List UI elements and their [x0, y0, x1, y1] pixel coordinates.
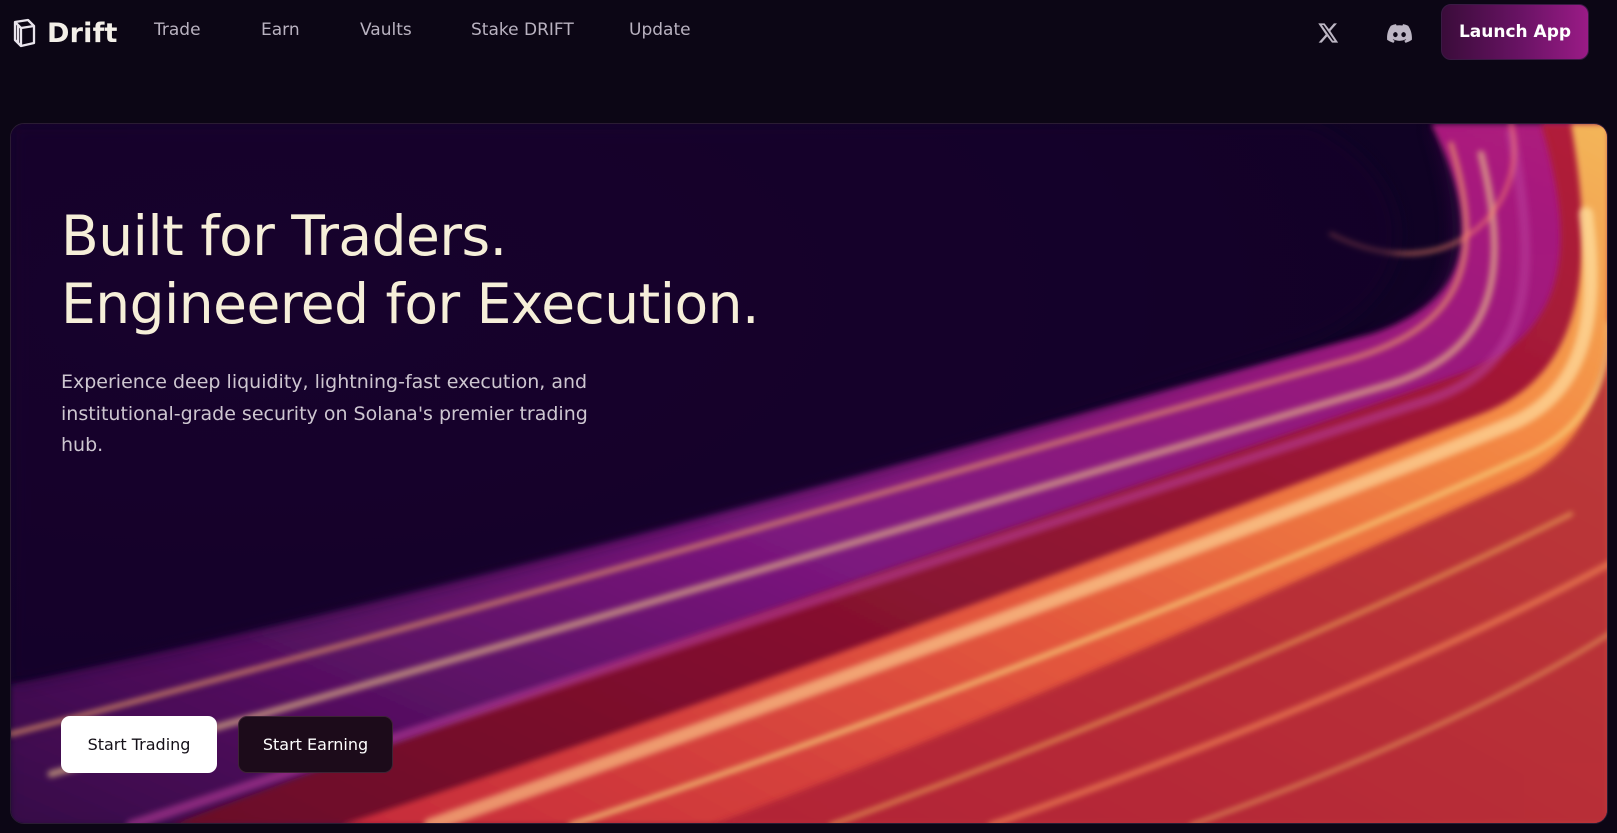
- top-navigation: Drift Trade Earn Vaults Stake DRIFT Upda…: [0, 0, 1617, 66]
- x-twitter-link[interactable]: [1312, 17, 1344, 49]
- nav-link-earn[interactable]: Earn: [261, 20, 360, 40]
- main-nav: Trade Earn Vaults Stake DRIFT Update: [154, 20, 719, 40]
- launch-app-button[interactable]: Launch App: [1441, 4, 1589, 60]
- hero-section: Built for Traders. Engineered for Execut…: [10, 123, 1608, 824]
- discord-link[interactable]: [1383, 17, 1415, 49]
- nav-link-vaults[interactable]: Vaults: [360, 20, 471, 40]
- discord-icon: [1386, 23, 1412, 43]
- nav-link-update[interactable]: Update: [629, 20, 719, 40]
- nav-link-trade[interactable]: Trade: [154, 20, 261, 40]
- brand-logo-link[interactable]: Drift: [10, 15, 118, 51]
- brand-name: Drift: [47, 17, 118, 49]
- headline-line-1: Built for Traders.: [61, 204, 507, 268]
- x-twitter-icon: [1317, 23, 1339, 43]
- start-trading-button[interactable]: Start Trading: [61, 716, 217, 773]
- nav-link-stake-drift[interactable]: Stake DRIFT: [471, 20, 629, 40]
- start-earning-button[interactable]: Start Earning: [238, 716, 393, 773]
- hero-headline: Built for Traders. Engineered for Execut…: [61, 202, 759, 338]
- headline-line-2: Engineered for Execution.: [61, 272, 759, 336]
- drift-logo-icon: [10, 17, 37, 49]
- hero-subtext: Experience deep liquidity, lightning-fas…: [61, 371, 588, 456]
